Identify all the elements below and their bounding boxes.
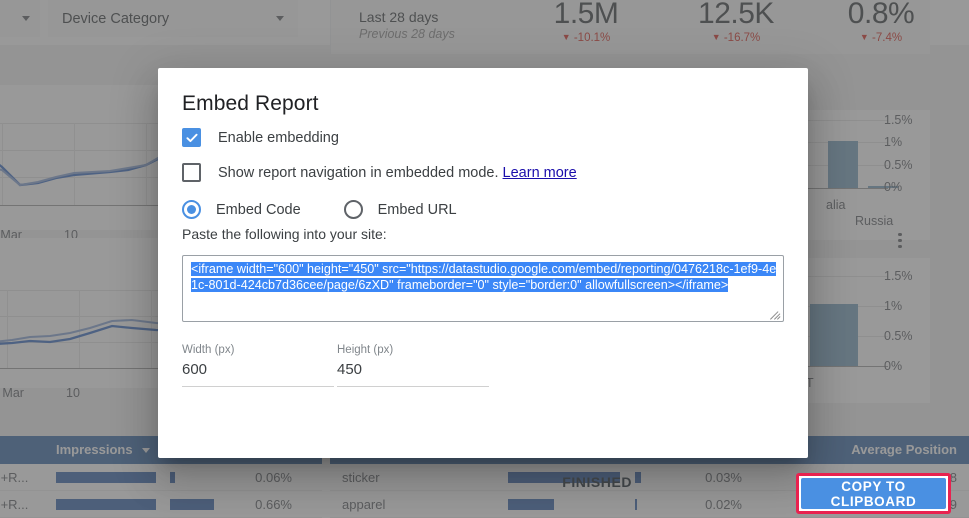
width-field-value[interactable]: 600: [182, 361, 334, 387]
resize-handle-icon[interactable]: [769, 307, 782, 320]
embed-code-radio[interactable]: [182, 200, 201, 219]
embed-code-selection: <iframe width="600" height="450" src="ht…: [191, 262, 777, 293]
check-icon: [185, 133, 198, 142]
show-navigation-label: Show report navigation in embedded mode.…: [218, 165, 577, 181]
width-field-label: Width (px): [182, 344, 235, 356]
enable-embedding-checkbox[interactable]: [182, 128, 201, 147]
show-navigation-checkbox[interactable]: [182, 163, 201, 182]
embed-report-dialog: Embed Report Enable embedding Show repor…: [158, 68, 951, 514]
embed-code-content: <iframe width="600" height="450" src="ht…: [191, 261, 777, 294]
dialog-title: Embed Report: [182, 92, 319, 115]
embed-code-textarea[interactable]: <iframe width="600" height="450" src="ht…: [182, 255, 784, 322]
embed-code-label: Embed Code: [216, 201, 301, 218]
learn-more-link[interactable]: Learn more: [503, 165, 577, 181]
enable-embedding-row[interactable]: Enable embedding: [182, 128, 339, 147]
show-navigation-row[interactable]: Show report navigation in embedded mode.…: [182, 163, 577, 182]
embed-code-option[interactable]: Embed Code: [182, 200, 301, 219]
height-field-value[interactable]: 450: [337, 361, 489, 387]
enable-embedding-label: Enable embedding: [218, 129, 339, 146]
copy-to-clipboard-highlight: COPY TO CLIPBOARD: [796, 473, 951, 514]
height-field[interactable]: Height (px) 450: [337, 344, 492, 387]
show-navigation-text: Show report navigation in embedded mode.: [218, 164, 499, 181]
embed-url-option[interactable]: Embed URL: [343, 200, 457, 219]
embed-url-label: Embed URL: [377, 201, 457, 218]
height-field-label: Height (px): [337, 344, 394, 356]
screen: Device Category Last 28 days Previous 28…: [0, 0, 969, 518]
embed-mode-radio-group: Embed Code Embed URL: [182, 200, 457, 219]
finished-button[interactable]: FINISHED: [552, 466, 642, 498]
paste-instruction: Paste the following into your site:: [182, 226, 387, 242]
embed-url-radio[interactable]: [343, 200, 363, 219]
width-field[interactable]: Width (px) 600: [182, 344, 337, 387]
copy-to-clipboard-button[interactable]: COPY TO CLIPBOARD: [801, 478, 946, 509]
